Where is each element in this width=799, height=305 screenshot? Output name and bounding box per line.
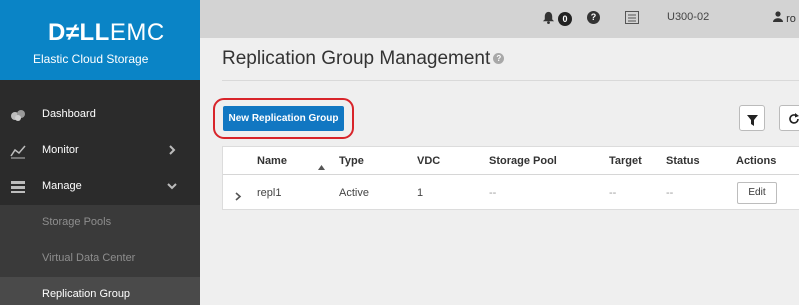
column-header-name[interactable]: Name: [257, 155, 287, 167]
sidebar-item-label: Virtual Data Center: [42, 252, 136, 264]
logo-emc: EMC: [109, 19, 165, 46]
manage-icon: [10, 179, 26, 195]
dellemc-logo: D≠LLEMC: [48, 20, 165, 46]
sidebar-item-label: Monitor: [42, 144, 79, 156]
user-icon: [773, 11, 786, 25]
bell-icon: [542, 11, 555, 27]
monitor-chart-icon: [10, 143, 26, 159]
cell-target: --: [609, 187, 617, 199]
help-icon[interactable]: ?: [493, 53, 505, 65]
column-header-vdc[interactable]: VDC: [417, 155, 440, 167]
chevron-right-icon: [166, 144, 178, 156]
cell-type: Active: [339, 187, 369, 199]
user-name: ro: [786, 13, 796, 25]
cell-status: --: [666, 187, 674, 199]
filter-button[interactable]: [739, 105, 765, 131]
column-header-actions: Actions: [736, 155, 777, 167]
sidebar-item-monitor[interactable]: Monitor: [0, 133, 200, 169]
new-replication-group-button[interactable]: New Replication Group: [223, 106, 344, 131]
list-view-button[interactable]: [625, 11, 639, 27]
product-name: Elastic Cloud Storage: [33, 52, 149, 66]
page-title: Replication Group Management?: [222, 48, 505, 70]
cell-name: repl1: [257, 187, 282, 199]
refresh-icon: [788, 112, 799, 130]
brand-header: D≠LLEMC Elastic Cloud Storage: [0, 0, 200, 80]
filter-icon: [747, 113, 758, 131]
sidebar-subitem-virtual-data-center[interactable]: Virtual Data Center: [0, 241, 200, 277]
page-title-text: Replication Group Management: [222, 48, 491, 69]
sidebar-subitem-replication-group[interactable]: Replication Group: [0, 277, 200, 305]
sidebar-item-label: Dashboard: [42, 108, 96, 120]
header-divider: [222, 80, 799, 81]
alerts-button[interactable]: 0: [542, 11, 573, 27]
help-button[interactable]: ?: [587, 11, 600, 27]
column-header-status[interactable]: Status: [666, 155, 700, 167]
sidebar: D≠LLEMC Elastic Cloud Storage Dashboard …: [0, 0, 200, 305]
edit-button[interactable]: Edit: [737, 182, 777, 204]
sort-ascending-icon[interactable]: [318, 157, 325, 175]
cell-storage-pool: --: [489, 187, 497, 199]
sidebar-item-label: Manage: [42, 180, 82, 192]
replication-groups-table: Name Type VDC Storage Pool Target Status…: [222, 146, 799, 210]
expand-row-icon[interactable]: [235, 188, 242, 206]
refresh-button[interactable]: [779, 105, 799, 131]
alerts-count-badge: 0: [558, 12, 573, 26]
table-header: Name Type VDC Storage Pool Target Status…: [223, 147, 799, 175]
sidebar-item-dashboard[interactable]: Dashboard: [0, 97, 200, 133]
sidebar-item-label: Storage Pools: [42, 216, 112, 228]
user-menu[interactable]: ro: [773, 11, 796, 27]
device-selector[interactable]: U300-02: [667, 11, 709, 27]
column-header-target[interactable]: Target: [609, 155, 642, 167]
sidebar-item-manage[interactable]: Manage: [0, 169, 200, 205]
column-header-type[interactable]: Type: [339, 155, 364, 167]
dashboard-icon: [10, 107, 26, 123]
top-bar: 0 ? U300-02 ro: [200, 0, 799, 38]
column-header-storage-pool[interactable]: Storage Pool: [489, 155, 557, 167]
chevron-down-icon: [166, 180, 178, 192]
sidebar-item-label: Replication Group: [42, 288, 131, 300]
table-row: repl1 Active 1 -- -- -- Edit: [223, 176, 799, 210]
sidebar-subitem-storage-pools[interactable]: Storage Pools: [0, 205, 200, 241]
help-circle-icon: ?: [587, 11, 600, 24]
logo-dell: D≠LL: [48, 19, 110, 46]
cell-vdc: 1: [417, 187, 424, 199]
list-icon: [625, 11, 639, 27]
